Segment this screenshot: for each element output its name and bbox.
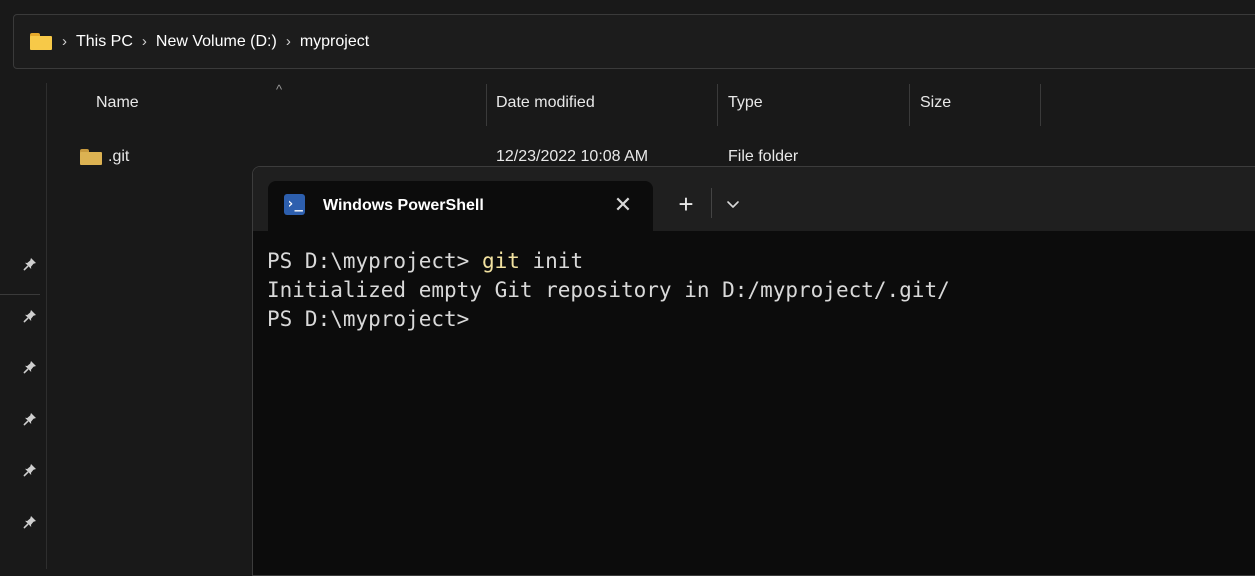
tab-windows-powershell[interactable]: ›_ Windows PowerShell ✕	[268, 181, 653, 231]
column-header-type[interactable]: Type	[728, 94, 763, 112]
powershell-icon: ›_	[284, 194, 305, 215]
terminal-window[interactable]: ›_ Windows PowerShell ✕ + PS D:\myprojec…	[252, 166, 1255, 576]
column-header-size[interactable]: Size	[920, 94, 951, 112]
pin-icon	[22, 308, 38, 324]
pin-icon	[22, 411, 38, 427]
console-line: Initialized empty Git repository in D:/m…	[267, 278, 950, 302]
pin-icon	[22, 359, 38, 375]
column-separator[interactable]	[486, 84, 487, 126]
chevron-right-icon[interactable]: ›	[62, 33, 67, 50]
column-separator[interactable]	[909, 84, 910, 126]
folder-icon	[30, 33, 52, 50]
column-header-date-modified[interactable]: Date modified	[496, 94, 595, 112]
address-bar[interactable]: › This PC › New Volume (D:) › myproject	[13, 14, 1255, 69]
console-line: PS D:\myproject> git init	[267, 247, 1255, 276]
chevron-right-icon[interactable]: ›	[286, 33, 291, 50]
tab-title: Windows PowerShell	[323, 197, 484, 214]
breadcrumb-new-volume[interactable]: New Volume (D:)	[156, 33, 277, 51]
navigation-pane[interactable]	[0, 83, 47, 569]
file-type: File folder	[728, 148, 799, 165]
console-prompt: PS D:\myproject>	[267, 249, 482, 273]
chevron-down-icon[interactable]	[723, 194, 743, 214]
console-command: git	[481, 249, 520, 273]
new-tab-button[interactable]: +	[673, 189, 699, 219]
sort-ascending-icon[interactable]: ^	[276, 82, 282, 97]
column-header-name[interactable]: Name	[96, 94, 139, 112]
pin-icon	[22, 514, 38, 530]
chevron-right-icon[interactable]: ›	[142, 33, 147, 50]
close-icon[interactable]: ✕	[609, 190, 637, 220]
console-args: init	[519, 249, 584, 273]
console-line: PS D:\myproject>	[267, 307, 470, 331]
breadcrumb-this-pc[interactable]: This PC	[76, 33, 133, 51]
column-separator[interactable]	[717, 84, 718, 126]
pin-icon	[22, 462, 38, 478]
pin-icon	[22, 256, 38, 272]
breadcrumb-myproject[interactable]: myproject	[300, 33, 369, 51]
file-name: .git	[108, 148, 130, 165]
folder-icon	[80, 149, 102, 166]
column-separator[interactable]	[1040, 84, 1041, 126]
console-output[interactable]: PS D:\myproject> git init Initialized emp…	[267, 247, 1255, 334]
file-date-modified: 12/23/2022 10:08 AM	[496, 148, 649, 165]
tab-divider	[711, 188, 712, 218]
nav-divider	[0, 294, 40, 295]
